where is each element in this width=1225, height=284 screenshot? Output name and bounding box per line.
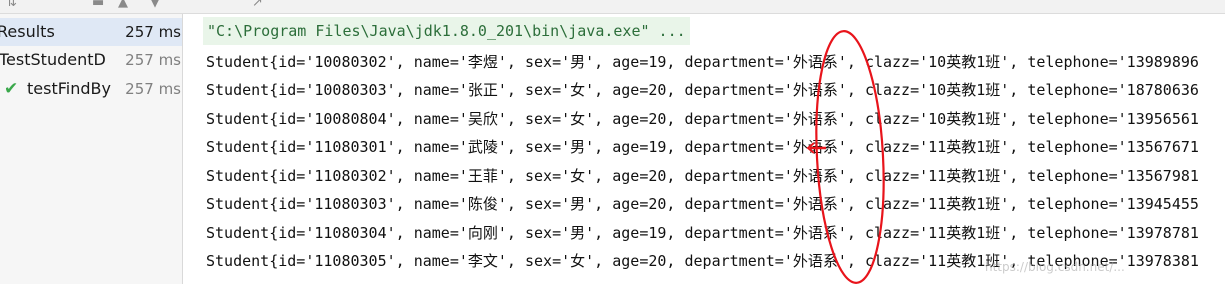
tree-row-test-class[interactable]: TestStudentD 257 ms — [0, 46, 182, 74]
check-icon: ✔ — [4, 79, 19, 99]
console-output[interactable]: "C:\Program Files\Java\jdk1.8.0_201\bin\… — [183, 14, 1225, 284]
tree-row-label: Results — [0, 22, 55, 41]
sort-icon[interactable]: ⇅ — [6, 0, 17, 9]
console-line: Student{id='10080804', name='吴欣', sex='女… — [206, 110, 1199, 128]
tree-row-test-method[interactable]: ✔ testFindBy 257 ms — [0, 75, 182, 103]
export-icon[interactable]: ↗ — [252, 0, 263, 9]
console-line: Student{id='10080303', name='张正', sex='女… — [206, 81, 1199, 99]
tree-row-results[interactable]: Results 257 ms — [0, 18, 182, 46]
down-arrow-icon[interactable]: ▼ — [150, 0, 160, 9]
console-line: Student{id='11080301', name='武陵', sex='男… — [206, 138, 1199, 156]
tree-row-duration: 257 ms — [125, 23, 181, 41]
tree-row-duration: 257 ms — [125, 51, 181, 69]
up-arrow-icon[interactable]: ▲ — [118, 0, 128, 9]
ide-run-window: ⇅ ▬ ▲ ▼ ↗ Results 257 ms TestStudentD 25… — [0, 0, 1225, 284]
console-line: Student{id='11080302', name='王菲', sex='女… — [206, 167, 1199, 185]
console-command-line: "C:\Program Files\Java\jdk1.8.0_201\bin\… — [203, 17, 690, 45]
minus-icon[interactable]: ▬ — [92, 0, 104, 9]
console-line: Student{id='11080303', name='陈俊', sex='男… — [206, 195, 1199, 213]
tree-row-label: testFindBy — [27, 79, 111, 98]
test-results-tree: Results 257 ms TestStudentD 257 ms ✔ tes… — [0, 14, 183, 284]
tree-row-label: TestStudentD — [0, 50, 106, 69]
watermark: https://blog.csdn.net/... — [985, 260, 1125, 274]
run-toolbar: ⇅ ▬ ▲ ▼ ↗ — [0, 0, 1225, 14]
console-line: Student{id='10080302', name='李煜', sex='男… — [206, 53, 1199, 71]
tree-row-duration: 257 ms — [125, 80, 181, 98]
console-line: Student{id='11080304', name='向刚', sex='男… — [206, 224, 1199, 242]
